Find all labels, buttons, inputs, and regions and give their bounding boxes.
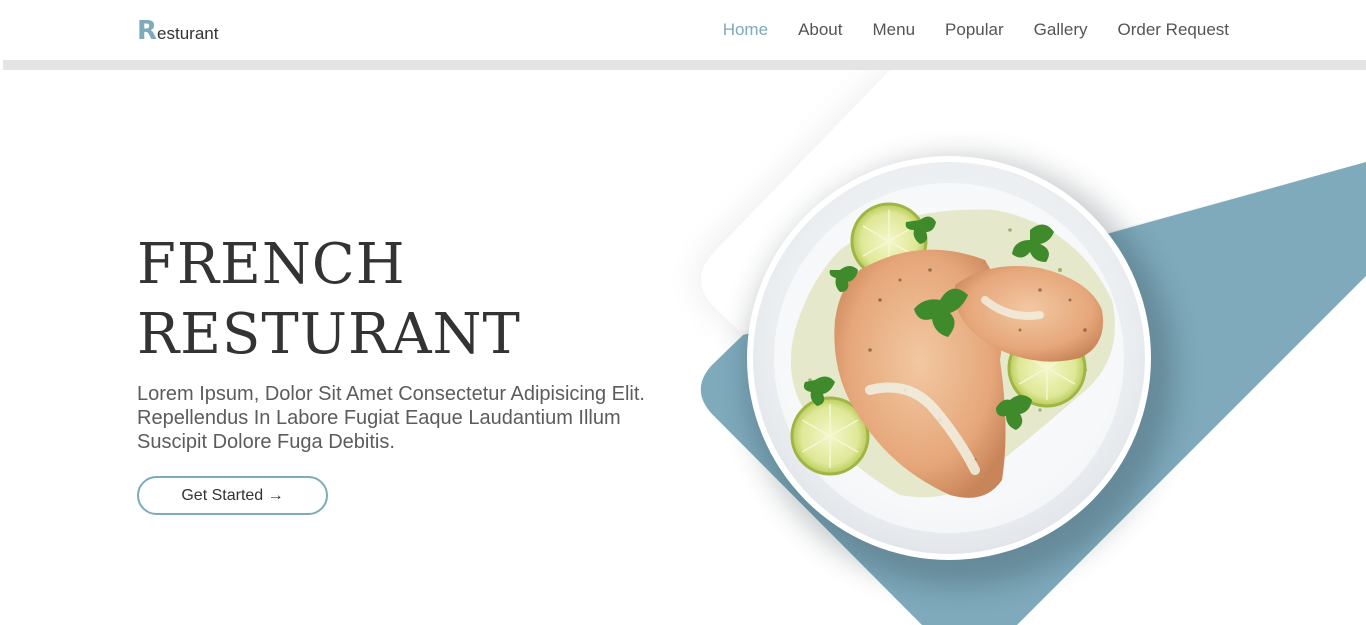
- navbar-divider: [3, 60, 1366, 70]
- nav-item-menu: Menu: [873, 19, 916, 41]
- hero-content: FRENCH RESTURANT Lorem Ipsum, Dolor Sit …: [137, 230, 677, 515]
- nav-item-gallery: Gallery: [1034, 19, 1088, 41]
- nav-item-about: About: [798, 19, 842, 41]
- get-started-button[interactable]: Get Started →: [137, 476, 328, 515]
- nav-link-popular[interactable]: Popular: [945, 20, 1004, 39]
- nav-item-home: Home: [723, 19, 768, 41]
- hero-description: Lorem Ipsum, Dolor Sit Amet Consectetur …: [137, 383, 645, 453]
- food-plate-image: [698, 70, 1366, 625]
- hero-title-line2: RESTURANT: [137, 302, 521, 367]
- brand-logo[interactable]: Resturant: [137, 17, 218, 48]
- nav-item-popular: Popular: [945, 19, 1004, 41]
- nav-link-about[interactable]: About: [798, 20, 842, 39]
- nav-menu: Home About Menu Popular Gallery Order Re…: [723, 19, 1229, 41]
- navbar: Resturant Home About Menu Popular Galler…: [0, 0, 1366, 60]
- nav-link-menu[interactable]: Menu: [873, 20, 916, 39]
- hero-image-area: [600, 70, 1366, 625]
- nav-item-order-request: Order Request: [1118, 19, 1230, 41]
- brand-name-rest: esturant: [157, 24, 219, 43]
- brand-initial: R: [137, 16, 158, 46]
- nav-link-gallery[interactable]: Gallery: [1034, 20, 1088, 39]
- nav-link-home[interactable]: Home: [723, 20, 768, 39]
- hero-title: FRENCH RESTURANT: [137, 230, 677, 370]
- hero-title-line1: FRENCH: [137, 232, 406, 297]
- nav-link-order-request[interactable]: Order Request: [1118, 20, 1230, 39]
